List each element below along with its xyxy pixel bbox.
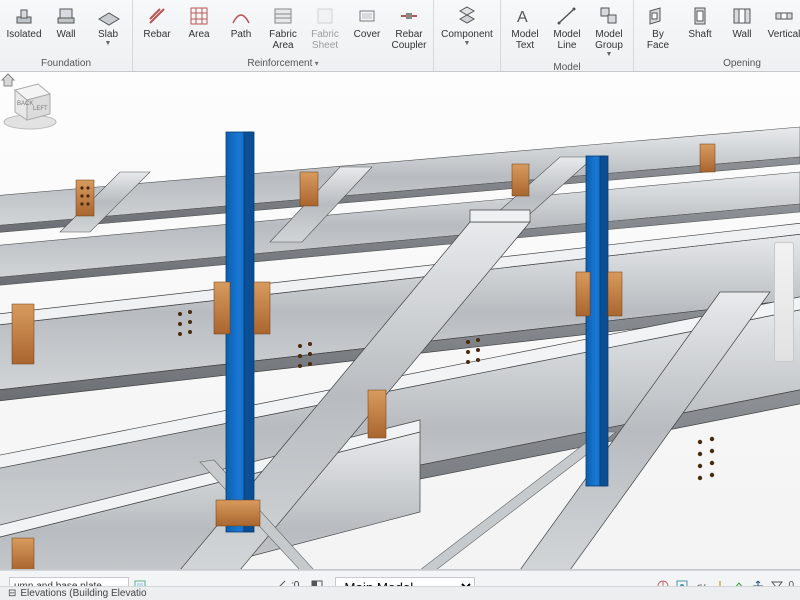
viewcube-face-label: BACK <box>17 101 33 107</box>
navigation-bar[interactable] <box>774 242 794 362</box>
project-browser-strip[interactable]: ⊟ Elevations (Building Elevatio <box>0 586 800 600</box>
ribbon-group-opening: By Face Shaft Wall Vertical Dormer Openi… <box>634 0 800 71</box>
path-rebar-icon <box>230 5 252 27</box>
tool-component[interactable]: Component ▼ <box>438 2 496 50</box>
by-face-icon <box>647 5 669 27</box>
label: Fabric Area <box>265 29 301 51</box>
browser-node-label: Elevations (Building Elevatio <box>20 588 146 599</box>
model-group-icon <box>598 5 620 27</box>
viewport-3d[interactable]: BACK LEFT <box>0 72 800 570</box>
dropdown-icon: ▼ <box>464 40 471 47</box>
tool-isolated[interactable]: Isolated <box>4 2 44 43</box>
coupler-icon <box>398 5 420 27</box>
label: Rebar Coupler <box>391 29 427 51</box>
label: Model Group <box>591 29 627 51</box>
fabric-area-icon <box>272 5 294 27</box>
tool-vertical[interactable]: Vertical <box>764 2 800 43</box>
tool-fabric-area[interactable]: Fabric Area <box>263 2 303 54</box>
label: Wall <box>56 29 75 40</box>
label: Cover <box>354 29 381 40</box>
fabric-sheet-icon <box>314 5 336 27</box>
tool-wall-opening[interactable]: Wall <box>722 2 762 43</box>
label: Component <box>441 29 493 40</box>
label: Fabric Sheet <box>307 29 343 51</box>
group-label: Opening <box>638 57 800 71</box>
group-label[interactable]: Reinforcement <box>137 57 429 71</box>
tool-slab[interactable]: Slab ▼ <box>88 2 128 50</box>
label: Isolated <box>6 29 41 40</box>
group-label <box>438 57 496 71</box>
shaft-icon <box>689 5 711 27</box>
wall-opening-icon <box>731 5 753 27</box>
vertical-opening-icon <box>773 5 795 27</box>
group-label: Foundation <box>4 57 128 71</box>
tool-path[interactable]: Path <box>221 2 261 43</box>
label: Path <box>231 29 252 40</box>
tool-by-face[interactable]: By Face <box>638 2 678 54</box>
tool-model-text[interactable]: A Model Text <box>505 2 545 54</box>
label: Shaft <box>688 29 711 40</box>
area-rebar-icon <box>188 5 210 27</box>
label: Model Text <box>507 29 543 51</box>
rebar-icon <box>146 5 168 27</box>
ribbon-group-component: Component ▼ <box>434 0 501 71</box>
dropdown-icon: ▼ <box>105 40 112 47</box>
label: Vertical <box>768 29 800 40</box>
tool-shaft[interactable]: Shaft <box>680 2 720 43</box>
model-canvas <box>0 72 800 570</box>
ribbon: Isolated Wall Slab ▼ Foundation Rebar Ar… <box>0 0 800 72</box>
svg-text:A: A <box>517 9 528 26</box>
label: Slab <box>98 29 118 40</box>
isolated-footing-icon <box>13 5 35 27</box>
viewcube-face-label: LEFT <box>33 106 48 112</box>
label: Model Line <box>549 29 585 51</box>
label: Rebar <box>143 29 170 40</box>
tool-model-group[interactable]: Model Group ▼ <box>589 2 629 61</box>
model-line-icon <box>556 5 578 27</box>
tool-model-line[interactable]: Model Line <box>547 2 587 54</box>
tool-wall-foundation[interactable]: Wall <box>46 2 86 43</box>
model-text-icon: A <box>514 5 536 27</box>
component-icon <box>456 5 478 27</box>
ribbon-group-foundation: Isolated Wall Slab ▼ Foundation <box>0 0 133 71</box>
tool-fabric-sheet: Fabric Sheet <box>305 2 345 54</box>
status-bar: umn and base plate :0 Main Model 0 ⊟ Ele… <box>0 570 800 600</box>
dropdown-icon: ▼ <box>606 51 613 58</box>
tool-rebar[interactable]: Rebar <box>137 2 177 43</box>
ribbon-group-model: A Model Text Model Line Model Group ▼ Mo… <box>501 0 634 71</box>
slab-icon <box>97 5 119 27</box>
tool-cover[interactable]: Cover <box>347 2 387 43</box>
cover-icon <box>356 5 378 27</box>
label: By Face <box>640 29 676 51</box>
tool-rebar-coupler[interactable]: Rebar Coupler <box>389 2 429 54</box>
label: Area <box>188 29 209 40</box>
wall-foundation-icon <box>55 5 77 27</box>
tool-area[interactable]: Area <box>179 2 219 43</box>
label: Wall <box>732 29 751 40</box>
view-cube[interactable]: BACK LEFT <box>0 72 60 132</box>
ribbon-group-reinforcement: Rebar Area Path Fabric Area Fabric Sheet… <box>133 0 434 71</box>
